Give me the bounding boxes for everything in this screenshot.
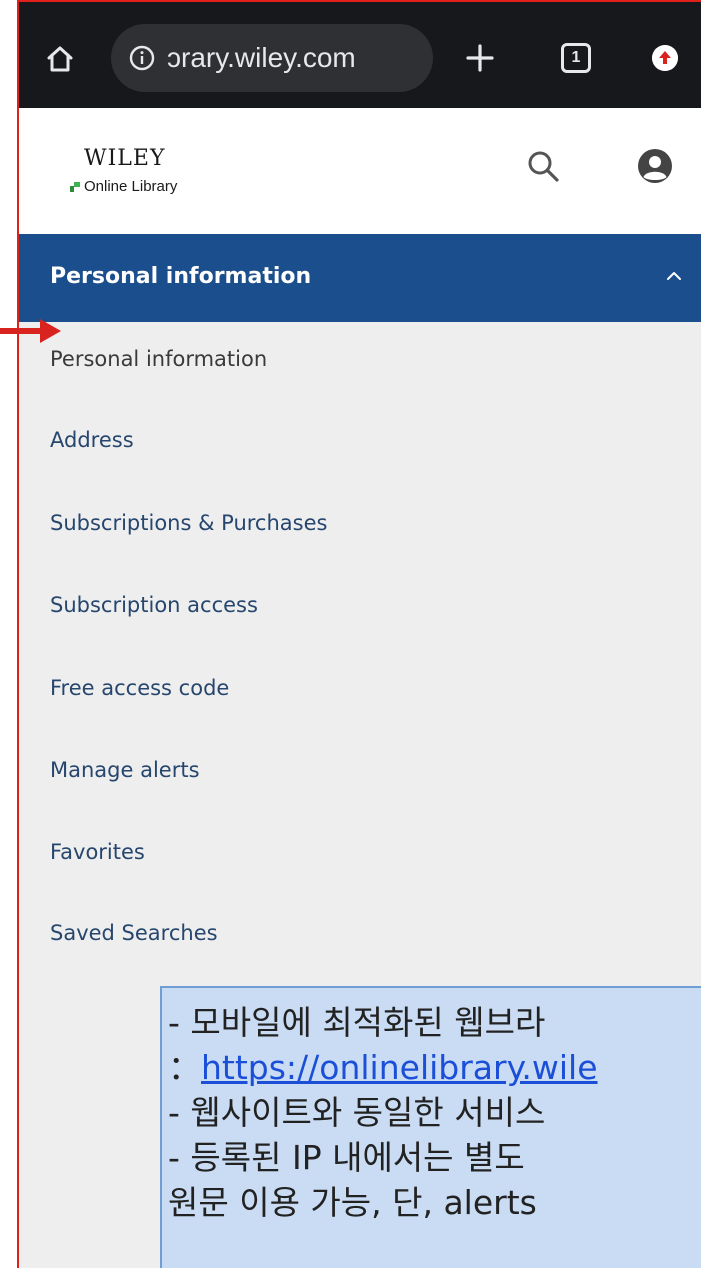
- browser-toolbar: ɔrary.wiley.com 1: [19, 2, 701, 108]
- menu-item-subscription-access[interactable]: Subscription access: [50, 593, 258, 617]
- annotation-line-4: - 등록된 IP 내에서는 별도: [168, 1138, 525, 1177]
- menu-item-free-access-code[interactable]: Free access code: [50, 676, 229, 700]
- extension-icon[interactable]: [652, 45, 678, 71]
- annotation-box: - 모바일에 최적화된 웹브라 ：https://onlinelibrary.w…: [160, 986, 701, 1268]
- annotation-line-1: - 모바일에 최적화된 웹브라: [168, 1003, 546, 1042]
- red-frame-left: [17, 0, 19, 1268]
- plus-icon[interactable]: [464, 42, 496, 74]
- menu-item-subscriptions-purchases[interactable]: Subscriptions & Purchases: [50, 511, 327, 535]
- wiley-logo[interactable]: WILEY: [84, 146, 166, 171]
- menu-item-personal-information[interactable]: Personal information: [50, 347, 267, 371]
- menu-item-favorites[interactable]: Favorites: [50, 840, 145, 864]
- site-header: WILEY Online Library: [19, 108, 701, 234]
- red-frame-top: [17, 0, 701, 2]
- logo-subtitle: Online Library: [70, 178, 177, 195]
- annotation-line-5: 원문 이용 가능, 단, alerts: [168, 1183, 537, 1222]
- annotation-line-2: ：https://onlinelibrary.wile: [168, 1045, 701, 1090]
- chevron-up-icon[interactable]: [664, 266, 684, 286]
- menu-item-manage-alerts[interactable]: Manage alerts: [50, 758, 200, 782]
- annotation-line-3: - 웹사이트와 동일한 서비스: [168, 1093, 546, 1132]
- annotation-colon: ：: [168, 1048, 201, 1087]
- url-text[interactable]: ɔrary.wiley.com: [167, 42, 356, 74]
- screenshot-frame: ɔrary.wiley.com 1 WILEY Online Library P…: [0, 0, 701, 1268]
- personal-info-accordion[interactable]: Personal information: [19, 234, 701, 322]
- logo-mark-icon: [70, 182, 80, 192]
- account-icon[interactable]: [637, 148, 673, 184]
- search-icon[interactable]: [525, 148, 561, 184]
- home-icon[interactable]: [45, 44, 75, 74]
- red-arrow-icon: [0, 319, 61, 343]
- address-bar[interactable]: ɔrary.wiley.com: [111, 24, 433, 92]
- accordion-title: Personal information: [50, 264, 312, 289]
- tabs-icon[interactable]: 1: [561, 43, 591, 73]
- menu-item-saved-searches[interactable]: Saved Searches: [50, 921, 218, 945]
- menu-item-address[interactable]: Address: [50, 428, 134, 452]
- annotation-link[interactable]: https://onlinelibrary.wile: [201, 1048, 598, 1087]
- info-icon[interactable]: [129, 45, 155, 71]
- logo-subtitle-text: Online Library: [84, 178, 178, 195]
